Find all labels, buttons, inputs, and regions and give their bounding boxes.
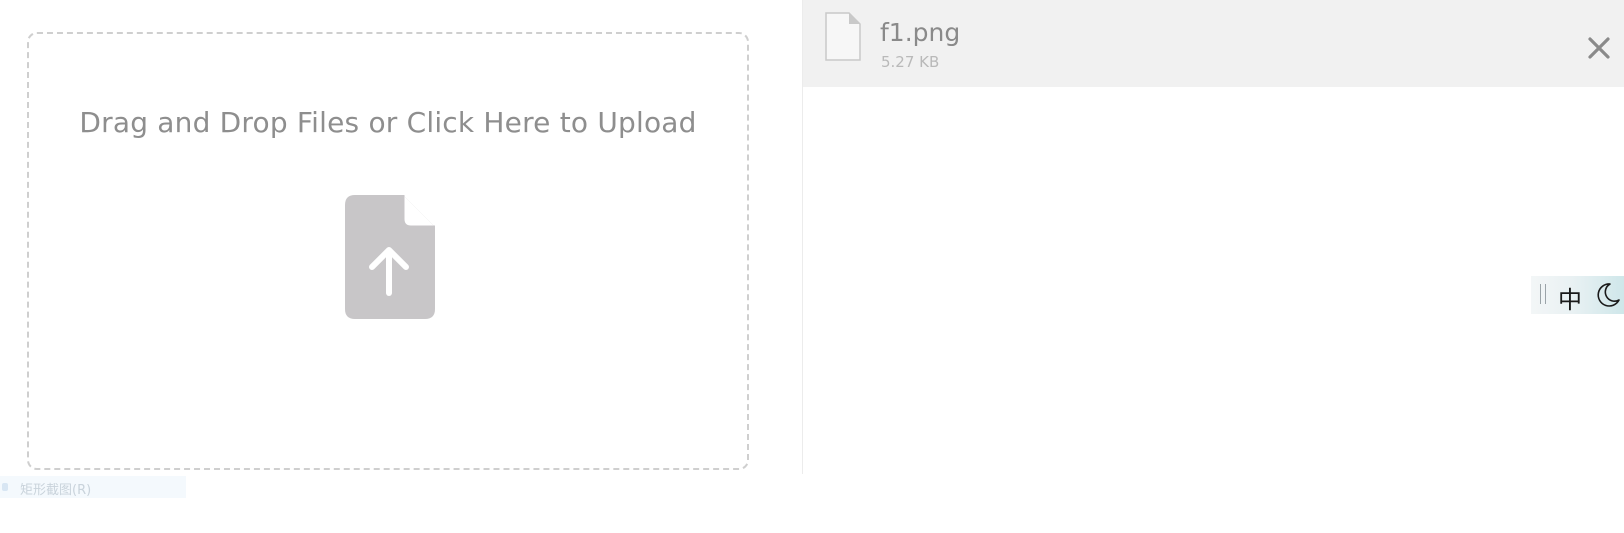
- ime-language-toggle[interactable]: 中: [1558, 280, 1582, 315]
- file-list-panel: f1.png 5.27 KB: [802, 0, 1624, 474]
- tooltip-icon: [2, 483, 8, 491]
- file-name: f1.png: [880, 18, 961, 47]
- file-size: 5.27 KB: [881, 53, 940, 71]
- moon-icon[interactable]: [1594, 281, 1622, 309]
- upload-page: Drag and Drop Files or Click Here to Upl…: [0, 0, 1624, 533]
- tooltip-text: 矩形截图(R): [20, 483, 92, 498]
- drag-handle-icon[interactable]: [1540, 284, 1546, 304]
- file-upload-icon: [345, 195, 435, 319]
- upload-dropzone[interactable]: Drag and Drop Files or Click Here to Upl…: [27, 32, 749, 470]
- file-icon: [825, 12, 861, 61]
- dropzone-prompt: Drag and Drop Files or Click Here to Upl…: [79, 106, 697, 139]
- screenshot-tooltip: 矩形截图(R): [0, 476, 186, 498]
- ime-toolbar: 中: [1531, 276, 1624, 314]
- file-list-item: f1.png 5.27 KB: [803, 0, 1624, 87]
- close-icon[interactable]: [1581, 30, 1617, 66]
